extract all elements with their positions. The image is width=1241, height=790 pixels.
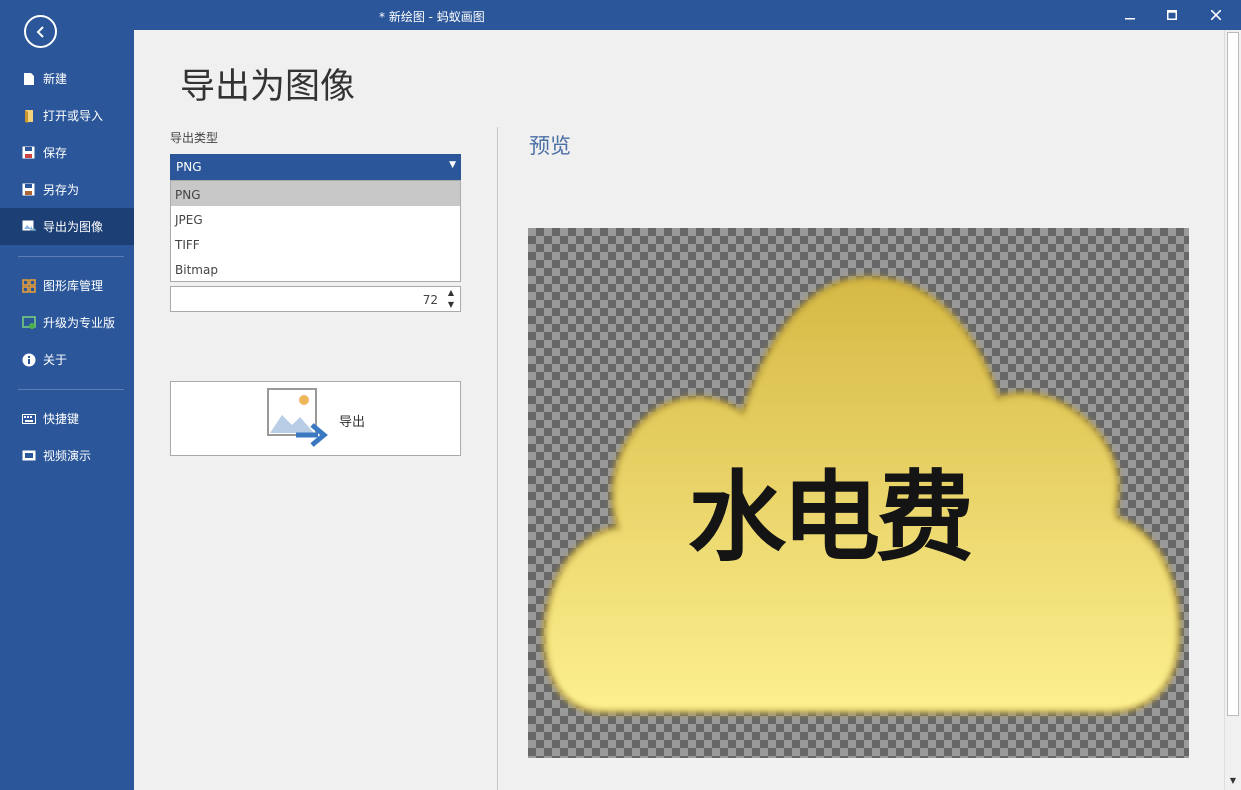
panel-divider bbox=[497, 127, 498, 790]
sidebar-item-label: 新建 bbox=[43, 72, 68, 86]
maximize-button[interactable] bbox=[1152, 0, 1192, 30]
export-type-label: 导出类型 bbox=[170, 131, 219, 145]
scrollbar[interactable]: ▼ bbox=[1224, 30, 1241, 790]
sidebar-divider bbox=[18, 256, 124, 257]
sidebar-item-about[interactable]: 关于 bbox=[0, 341, 134, 378]
chevron-left-icon bbox=[36, 25, 44, 38]
sidebar-item-save-as[interactable]: 另存为 bbox=[0, 171, 134, 208]
page-title: 导出为图像 bbox=[180, 67, 356, 107]
option-png[interactable]: PNG bbox=[171, 181, 460, 206]
minimize-icon bbox=[1125, 18, 1135, 20]
sidebar: 新建 打开或导入 保存 另存为 导出为图像 图形库管理 升级为专业版 关于 快捷… bbox=[0, 0, 134, 790]
sidebar-item-label: 关于 bbox=[43, 353, 68, 367]
sidebar-item-label: 快捷键 bbox=[43, 412, 80, 426]
dpi-stepper[interactable]: 72 ▲ ▼ bbox=[170, 286, 461, 312]
option-bitmap[interactable]: Bitmap bbox=[171, 256, 460, 281]
spin-down-icon[interactable]: ▼ bbox=[445, 300, 457, 311]
sidebar-item-export-image[interactable]: 导出为图像 bbox=[0, 208, 134, 245]
dropdown-arrow-icon: ▼ bbox=[449, 160, 456, 170]
export-type-dropdown: PNG JPEG TIFF Bitmap bbox=[170, 180, 461, 282]
preview-text: 水电费 bbox=[688, 461, 974, 575]
sidebar-item-label: 打开或导入 bbox=[43, 109, 104, 123]
maximize-icon bbox=[1167, 10, 1177, 20]
sidebar-item-label: 导出为图像 bbox=[43, 220, 104, 234]
preview-canvas: 水电费 bbox=[528, 228, 1189, 758]
new-file-icon bbox=[21, 71, 36, 86]
minimize-button[interactable] bbox=[1110, 0, 1150, 30]
export-label: 导出 bbox=[339, 415, 366, 430]
info-icon bbox=[21, 352, 36, 367]
sidebar-item-label: 图形库管理 bbox=[43, 279, 104, 293]
export-image-icon bbox=[21, 219, 36, 234]
export-image-icon bbox=[267, 388, 328, 447]
video-icon bbox=[21, 448, 36, 463]
sidebar-item-shape-library[interactable]: 图形库管理 bbox=[0, 267, 134, 304]
option-jpeg[interactable]: JPEG bbox=[171, 206, 460, 231]
sidebar-item-label: 保存 bbox=[43, 146, 68, 160]
sidebar-item-video[interactable]: 视频演示 bbox=[0, 437, 134, 474]
sidebar-item-new[interactable]: 新建 bbox=[0, 60, 134, 97]
back-button[interactable] bbox=[24, 15, 57, 48]
save-icon bbox=[21, 145, 36, 160]
upgrade-icon bbox=[21, 315, 36, 330]
selected-type: PNG bbox=[176, 160, 202, 174]
close-icon bbox=[1211, 10, 1221, 20]
preview-title: 预览 bbox=[529, 134, 571, 158]
sidebar-item-label: 另存为 bbox=[43, 183, 80, 197]
sidebar-item-label: 升级为专业版 bbox=[43, 316, 116, 330]
spin-up-icon[interactable]: ▲ bbox=[445, 288, 457, 299]
scrollbar-thumb[interactable] bbox=[1227, 32, 1239, 716]
sidebar-divider bbox=[18, 389, 124, 390]
sidebar-item-shortcuts[interactable]: 快捷键 bbox=[0, 400, 134, 437]
export-type-select[interactable]: PNG ▼ bbox=[170, 154, 461, 180]
main-panel: 导出为图像 导出类型 PNG ▼ PNG JPEG TIFF Bitmap 72… bbox=[134, 30, 1224, 790]
close-button[interactable] bbox=[1196, 0, 1236, 30]
sidebar-item-open-import[interactable]: 打开或导入 bbox=[0, 97, 134, 134]
export-button[interactable]: 导出 bbox=[170, 381, 461, 456]
scroll-down-icon[interactable]: ▼ bbox=[1225, 776, 1241, 788]
sidebar-item-upgrade[interactable]: 升级为专业版 bbox=[0, 304, 134, 341]
sidebar-item-label: 视频演示 bbox=[43, 449, 92, 463]
keyboard-icon bbox=[21, 411, 36, 426]
dpi-value: 72 bbox=[422, 293, 438, 307]
sidebar-item-save[interactable]: 保存 bbox=[0, 134, 134, 171]
shape-library-icon bbox=[21, 278, 36, 293]
title-bar: * 新绘图 - 蚂蚁画图 bbox=[134, 0, 1241, 30]
option-tiff[interactable]: TIFF bbox=[171, 231, 460, 256]
window-title: * 新绘图 - 蚂蚁画图 bbox=[379, 10, 485, 24]
folder-open-icon bbox=[21, 108, 36, 123]
save-as-icon bbox=[21, 182, 36, 197]
